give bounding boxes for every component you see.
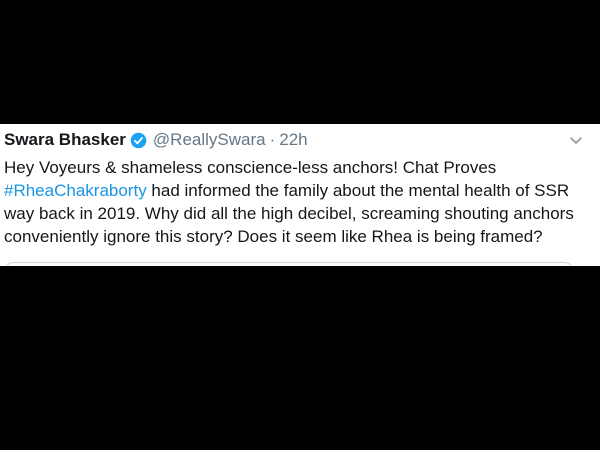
tweet-text-line-2-rest: had informed the family about the mental… <box>146 181 570 200</box>
tweet-card[interactable]: Swara Bhasker @ReallySwara · 22h Hey Voy… <box>0 124 600 266</box>
separator-dot: · <box>269 130 276 149</box>
quoted-tweet-card[interactable] <box>4 262 574 266</box>
display-name[interactable]: Swara Bhasker <box>4 130 126 150</box>
tweet-text-line-1: Hey Voyeurs & shameless conscience-less … <box>4 158 497 177</box>
user-handle[interactable]: @ReallySwara <box>153 130 266 150</box>
tweet-text-line-2: #RheaChakraborty had informed the family… <box>4 179 594 202</box>
tweet-text-line-3: way back in 2019. Why did all the high d… <box>4 204 574 223</box>
tweet-header: Swara Bhasker @ReallySwara · 22h <box>4 130 308 150</box>
tweet-timestamp[interactable]: 22h <box>279 130 307 150</box>
hashtag-link[interactable]: #RheaChakraborty <box>4 181 147 200</box>
tweet-text-line-4: conveniently ignore this story? Does it … <box>4 227 543 246</box>
tweet-text: Hey Voyeurs & shameless conscience-less … <box>4 156 594 248</box>
chevron-down-icon[interactable] <box>568 132 584 148</box>
verified-badge-icon <box>130 132 147 149</box>
